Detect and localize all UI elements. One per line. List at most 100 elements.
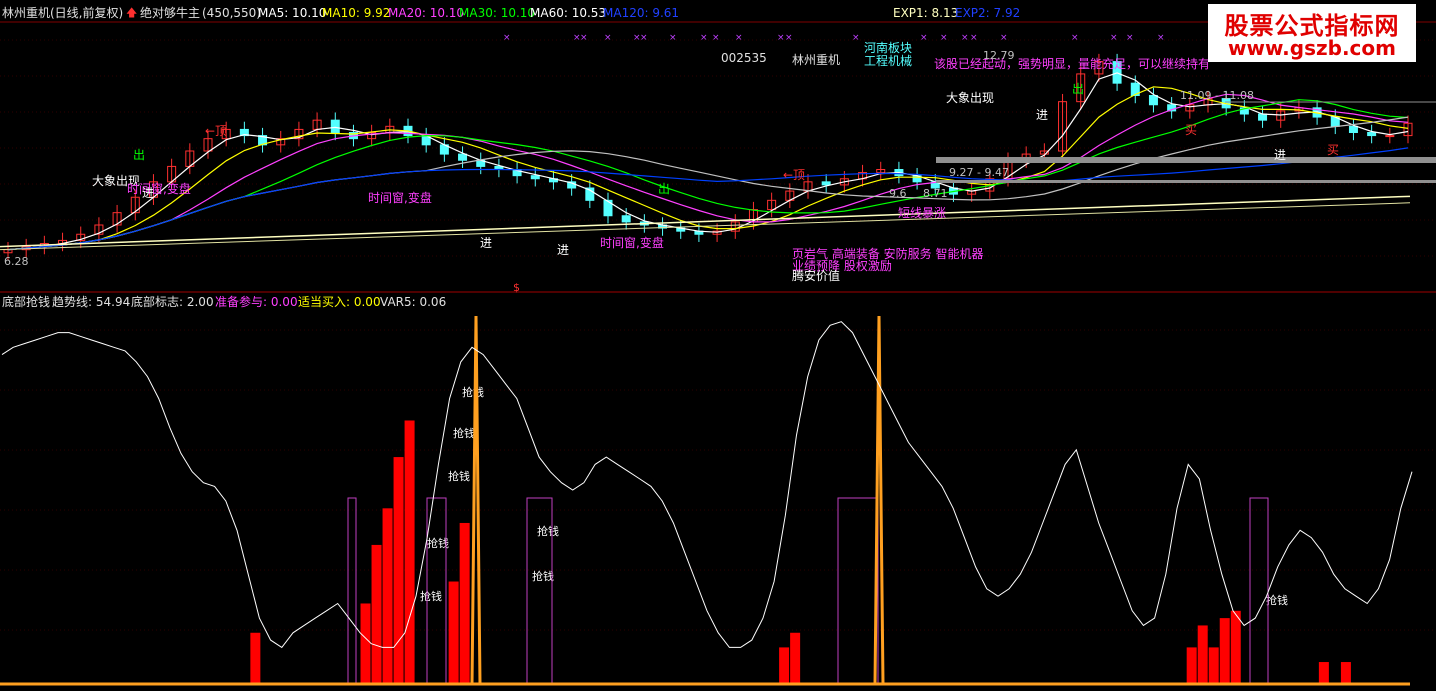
price-high-label: 12.79 <box>983 49 1015 62</box>
candle-body <box>1258 113 1268 121</box>
exit-signal-2: 出 <box>658 182 671 196</box>
ma5-value: MA5: 10.10 <box>258 6 327 20</box>
marker-x: × <box>1110 33 1118 43</box>
range-label-3: 8.71 <box>923 187 948 200</box>
marker-x: × <box>1000 33 1008 43</box>
buy-spike <box>873 315 885 685</box>
bottom-bar <box>393 457 404 684</box>
stock-code: 002535 <box>721 51 767 65</box>
marker-x: × <box>852 33 860 43</box>
exp1-line <box>0 195 1411 248</box>
stock-chart[interactable]: × × × × × × × × × × × × × × × × × × × × × ×抢钱抢钱抢钱抢钱抢钱抢钱抢钱抢钱 <box>0 0 1436 691</box>
marker-x: × <box>735 33 743 43</box>
marker-x: × <box>503 33 511 43</box>
bottom-bar <box>1219 618 1230 684</box>
bar-label: 抢钱 <box>537 524 559 538</box>
bottom-bar <box>459 522 470 684</box>
top-signal-2: ←顶 <box>783 168 806 182</box>
bottom-bar <box>1208 647 1219 684</box>
indicator-params: (450,550) <box>202 6 261 20</box>
bottom-bar <box>1230 610 1241 684</box>
marker-x: × <box>785 33 793 43</box>
bottom-bar <box>360 603 371 684</box>
bottom-bar <box>448 581 459 684</box>
marker-x: × <box>1157 33 1165 43</box>
top-signal-1: ←顶 <box>205 124 228 138</box>
strategy-comment: 该股已经起动，强势明显，量能充足，可以继续持有 <box>934 57 1211 71</box>
bar-label: 抢钱 <box>420 589 442 603</box>
enter-signal-5: 进 <box>1274 148 1287 162</box>
ma10-line <box>7 86 1409 251</box>
time-window-2: 时间窗,变盘 <box>368 191 432 205</box>
bar-label: 抢钱 <box>1266 593 1288 607</box>
chart-title: 林州重机(日线,前复权) <box>2 6 124 20</box>
marker-x: × <box>580 33 588 43</box>
bar-label: 抢钱 <box>462 385 484 399</box>
prepare-window <box>347 497 357 684</box>
buy-spike <box>470 315 482 685</box>
prepare-window <box>837 497 879 684</box>
bar-label: 抢钱 <box>448 469 470 483</box>
marker-x: × <box>970 33 978 43</box>
range-label-4: 9.6 <box>889 187 907 200</box>
sector-label-2: 工程机械 <box>864 54 913 68</box>
range-label-2: 9.27 - 9.47 <box>949 166 1009 179</box>
bottom-bar <box>779 647 790 684</box>
exp1-value: EXP1: 8.13 <box>893 6 959 20</box>
price-low-label: 6.28 <box>4 255 29 268</box>
bottom-bar <box>371 544 382 684</box>
buy-value: 适当买入: 0.00 <box>298 295 381 309</box>
bottom-bar <box>1186 647 1197 684</box>
trend-line <box>1 321 1413 649</box>
marker-x: × <box>712 33 720 43</box>
range-band-1 <box>936 157 1436 163</box>
candle-body <box>1385 135 1395 138</box>
candle-body <box>1148 95 1158 106</box>
candle-body <box>530 175 540 180</box>
candle-body <box>1348 125 1358 134</box>
bottom-bar <box>1197 625 1208 684</box>
enter-signal-4: 进 <box>1036 108 1049 122</box>
bottom-bar <box>382 508 393 684</box>
ma10-value: MA10: 9.92 <box>322 6 391 20</box>
bar-label: 抢钱 <box>532 569 554 583</box>
bottom-bar <box>790 632 801 684</box>
indicator-name[interactable]: 绝对够牛主 <box>140 5 200 21</box>
prepare-window <box>1249 497 1269 684</box>
ma20-value: MA20: 10.10 <box>388 6 465 20</box>
ma120-value: MA120: 9.61 <box>603 6 680 20</box>
ma60-value: MA60: 10.53 <box>530 6 607 20</box>
enter-signal-3: 进 <box>557 243 570 257</box>
bar-label: 抢钱 <box>453 426 475 440</box>
watermark-logo: 股票公式指标网 www.gszb.com <box>1208 4 1416 62</box>
stock-name: 林州重机 <box>792 53 841 67</box>
ma120-line <box>7 147 1409 251</box>
bottom-bar <box>1318 662 1329 684</box>
sub-title: 底部抢钱 <box>2 295 51 309</box>
marker-x: × <box>940 33 948 43</box>
candle-body <box>821 181 831 186</box>
ma30-value: MA30: 10.10 <box>459 6 536 20</box>
candle-body <box>1367 132 1377 137</box>
up-arrow-icon: 🡅 <box>126 6 138 19</box>
var5-value: VAR5: 0.06 <box>380 295 447 309</box>
bottom-flag-value: 底部标志: 2.00 <box>131 295 214 309</box>
range-label-1: 11.09 - 11.08 <box>1180 89 1254 102</box>
prepare-value: 准备参与: 0.00 <box>215 295 298 309</box>
bottom-bar <box>250 632 261 684</box>
concepts-line-3: 腾安价值 <box>792 269 841 283</box>
marker-x: × <box>669 33 677 43</box>
candle-body <box>330 119 340 133</box>
marker-x: × <box>961 33 969 43</box>
candle-body <box>621 215 631 223</box>
bull-signal: 大象出现 <box>946 91 995 105</box>
candle-body <box>458 153 468 161</box>
watermark-url: www.gszb.com <box>1228 36 1396 60</box>
short-surge-signal: 短线暴涨 <box>898 206 947 220</box>
range-band-2 <box>936 180 1436 183</box>
exit-signal-1: 出 <box>133 148 146 162</box>
marker-x: × <box>604 33 612 43</box>
marker-x: × <box>700 33 708 43</box>
exit-signal-3: 出 <box>1072 82 1085 96</box>
marker-x: × <box>920 33 928 43</box>
